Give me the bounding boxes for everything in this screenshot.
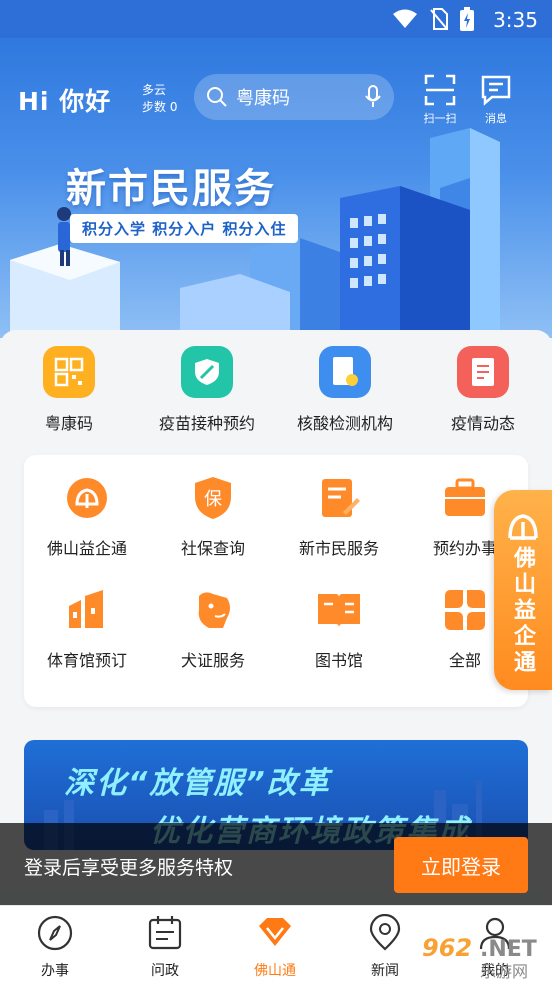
qr-code-icon <box>43 346 95 398</box>
library-icon <box>316 587 362 633</box>
calendar-icon <box>148 916 182 950</box>
login-prompt-text: 登录后享受更多服务特权 <box>24 857 234 879</box>
banner-line-1: 深化“放管服”改革 <box>64 766 331 801</box>
diamond-icon <box>259 918 291 946</box>
service-social-security[interactable]: 保 社保查询 <box>150 475 276 559</box>
message-button[interactable]: 消息 <box>470 74 522 126</box>
tab-services[interactable]: 办事 <box>0 906 110 981</box>
greeting: Hi 你好 <box>18 87 112 116</box>
service-label: 犬证服务 <box>180 651 245 670</box>
quick-service-epidemic-news[interactable]: 疫情动态 <box>414 346 552 446</box>
nucleic-test-icon <box>319 346 371 398</box>
enterprise-icon <box>64 475 110 521</box>
login-prompt-bar: 登录后享受更多服务特权 立即登录 <box>0 823 552 905</box>
search-icon <box>207 87 227 107</box>
battery-icon <box>460 7 474 31</box>
social-security-icon: 保 <box>190 475 236 521</box>
hero-banner[interactable]: Hi 你好 多云 步数 0 粤康码 扫一扫 消息 新市民服务 积分入学 积分入户… <box>0 38 552 338</box>
service-library[interactable]: 图书馆 <box>276 587 402 671</box>
svg-text:保: 保 <box>204 489 222 510</box>
compass-icon <box>37 915 73 951</box>
message-icon <box>481 75 511 106</box>
hero-subtitle: 积分入学 积分入户 积分入住 <box>70 214 299 243</box>
all-icon <box>442 587 488 633</box>
enterprise-icon <box>508 514 538 540</box>
svg-text:.NET: .NET <box>480 937 537 962</box>
stadium-icon <box>64 587 110 633</box>
status-icons <box>392 7 474 31</box>
search-bar[interactable]: 粤康码 <box>194 74 394 120</box>
tab-foshantong[interactable]: 佛山通 <box>220 906 330 981</box>
quick-service-nucleic-test[interactable]: 核酸检测机构 <box>276 346 414 446</box>
weather-text: 多云 <box>142 83 167 97</box>
service-enterprise[interactable]: 佛山益企通 <box>24 475 150 559</box>
service-grid-card: 佛山益企通 保 社保查询 新市民服务 预约办事 体育馆预订 犬证服务 图书馆 全 <box>24 455 528 707</box>
scan-icon <box>424 74 456 106</box>
tab-label: 问政 <box>151 963 179 979</box>
svg-text:乐游网: 乐游网 <box>480 962 528 981</box>
dog-license-icon <box>190 587 236 633</box>
quick-service-vaccine[interactable]: 疫苗接种预约 <box>138 346 276 446</box>
login-button[interactable]: 立即登录 <box>394 837 528 893</box>
wifi-icon <box>393 9 417 28</box>
vaccine-icon <box>181 346 233 398</box>
location-icon <box>369 913 401 951</box>
new-citizen-icon <box>316 475 362 521</box>
service-label: 新市民服务 <box>298 539 379 558</box>
epidemic-news-icon <box>457 346 509 398</box>
quick-service-label: 疫苗接种预约 <box>158 414 255 433</box>
service-stadium[interactable]: 体育馆预订 <box>24 587 150 671</box>
tab-inquiry[interactable]: 问政 <box>110 906 220 981</box>
quick-service-label: 疫情动态 <box>450 414 515 433</box>
quick-service-label: 粤康码 <box>44 414 93 433</box>
floating-enterprise-tab[interactable]: 佛山益企通 <box>494 490 552 690</box>
clock: 3:35 <box>493 8 538 32</box>
no-sim-icon <box>430 8 448 30</box>
service-label: 体育馆预订 <box>46 651 127 670</box>
tab-label: 佛山通 <box>254 963 296 979</box>
step-count: 步数 0 <box>142 100 178 114</box>
service-dog-license[interactable]: 犬证服务 <box>150 587 276 671</box>
floating-tab-label: 佛山益企通 <box>510 546 535 676</box>
weather-info: 多云 步数 0 <box>142 82 177 116</box>
service-label: 社保查询 <box>180 539 245 558</box>
quick-services: 粤康码 疫苗接种预约 核酸检测机构 疫情动态 <box>0 346 552 446</box>
appointment-icon <box>442 475 488 521</box>
scan-button[interactable]: 扫一扫 <box>414 74 466 126</box>
service-grid: 佛山益企通 保 社保查询 新市民服务 预约办事 体育馆预订 犬证服务 图书馆 全 <box>24 475 528 671</box>
scan-label: 扫一扫 <box>423 112 457 125</box>
search-text: 粤康码 <box>236 88 290 109</box>
service-new-citizen[interactable]: 新市民服务 <box>276 475 402 559</box>
tab-label: 办事 <box>41 963 69 979</box>
quick-service-qr-code[interactable]: 粤康码 <box>0 346 138 446</box>
watermark-logo: 962 .NET 乐游网 <box>422 934 537 981</box>
microphone-icon[interactable] <box>364 85 382 109</box>
hero-title: 新市民服务 <box>66 166 276 212</box>
message-label: 消息 <box>485 112 507 125</box>
status-bar: 3:35 <box>0 0 552 38</box>
quick-service-label: 核酸检测机构 <box>296 414 393 433</box>
service-label: 图书馆 <box>314 651 363 670</box>
svg-text:962: 962 <box>422 934 472 962</box>
service-label: 佛山益企通 <box>46 539 127 558</box>
